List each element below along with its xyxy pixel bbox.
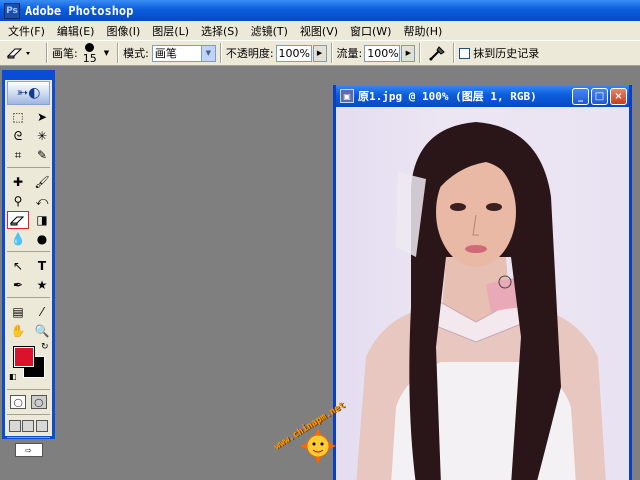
tool-grid: ✚ 🖌 ⚲ ⤺ ◨ 💧 ● (5, 171, 52, 248)
divider (330, 43, 333, 63)
mode-label: 模式: (123, 47, 149, 60)
tool-grid: ⬚ ➤ ᘓ ✳ ⌗ ✎ (5, 106, 52, 164)
menu-select[interactable]: 选择(S) (195, 23, 245, 39)
window-controls: _ □ × (572, 88, 627, 105)
pen-tool-icon[interactable]: ✒ (7, 276, 29, 294)
flow-slider-button[interactable]: ▶ (401, 44, 416, 62)
divider (7, 414, 50, 415)
crop-tool-icon[interactable]: ⌗ (7, 146, 29, 164)
brush-size: 15 (82, 52, 97, 65)
menu-bar: 文件(F) 编辑(E) 图像(I) 图层(L) 选择(S) 滤镜(T) 视图(V… (0, 21, 640, 40)
divider (7, 437, 50, 438)
full-screen-icon[interactable] (36, 420, 49, 432)
type-tool-icon[interactable]: T (31, 257, 53, 275)
maximize-button[interactable]: □ (591, 88, 608, 105)
flow-label: 流量: (336, 47, 363, 60)
foreground-color[interactable] (13, 346, 35, 368)
document-icon: ▣ (340, 89, 354, 103)
divider (7, 297, 50, 298)
tool-grid: ↖ T ✒ ★ (5, 255, 52, 294)
swap-colors-icon[interactable]: ↻ (41, 342, 49, 352)
opacity-label: 不透明度: (225, 47, 274, 60)
document-title: 原1.jpg @ 100% (图层 1, RGB) (358, 90, 537, 103)
portrait-photo (356, 122, 606, 480)
opacity-slider-button[interactable]: ▶ (312, 44, 327, 62)
divider (453, 43, 456, 63)
quick-mask-icon[interactable]: ◯ (30, 395, 47, 409)
document-title-bar[interactable]: ▣ 原1.jpg @ 100% (图层 1, RGB) _ □ × (336, 85, 629, 107)
zoom-tool-icon[interactable]: 🔍 (31, 322, 53, 340)
photoshop-icon: Ps (4, 2, 20, 19)
imageready-row: ⇨ (5, 441, 52, 459)
path-select-icon[interactable]: ↖ (7, 257, 29, 275)
tool-grid: ▤ ⁄ ✋ 🔍 (5, 301, 52, 340)
divider (117, 43, 120, 63)
brush-tip-icon (84, 43, 94, 52)
magic-wand-icon[interactable]: ✳ (31, 127, 53, 145)
menu-help[interactable]: 帮助(H) (397, 23, 448, 39)
standard-screen-icon[interactable] (8, 420, 21, 432)
mode-value: 画笔 (154, 47, 177, 60)
divider (7, 167, 50, 168)
menu-image[interactable]: 图像(I) (100, 23, 146, 39)
chevron-down-icon[interactable]: ▼ (104, 49, 109, 57)
shape-tool-icon[interactable]: ★ (31, 276, 53, 294)
marquee-tool-icon[interactable]: ⬚ (7, 108, 29, 126)
options-bar: 画笔: 15 ▼ 模式: 画笔 ▼ 不透明度: 100% ▶ 流量: 100% … (0, 40, 640, 66)
menu-window[interactable]: 窗口(W) (344, 23, 397, 39)
eraser-icon (6, 48, 30, 59)
default-colors-icon[interactable]: ◧ (9, 372, 17, 381)
dodge-tool-icon[interactable]: ● (31, 230, 53, 248)
healing-brush-icon[interactable]: ✚ (7, 173, 29, 191)
airbrush-icon[interactable] (427, 44, 447, 62)
history-brush-icon[interactable]: ⤺ (31, 192, 53, 210)
feather-logo-icon[interactable]: ➳◐ (7, 81, 50, 105)
screen-mode-row (5, 418, 52, 434)
divider (219, 43, 222, 63)
menu-view[interactable]: 视图(V) (294, 23, 344, 39)
history-checkbox[interactable] (459, 47, 471, 59)
gradient-tool-icon[interactable]: ◨ (31, 211, 53, 229)
watermark-logo: www.chinapm.net (272, 400, 362, 472)
divider (46, 43, 48, 63)
opacity-input[interactable]: 100% (275, 44, 312, 62)
clone-stamp-icon[interactable]: ⚲ (7, 192, 29, 210)
tool-preset-picker[interactable] (0, 42, 42, 64)
brush-label: 画笔: (52, 47, 78, 60)
divider (7, 389, 50, 390)
divider (419, 43, 422, 63)
eyedropper-icon[interactable]: ⁄ (31, 303, 53, 321)
hand-tool-icon[interactable]: ✋ (7, 322, 29, 340)
color-swatches: ↻ ◧ (7, 342, 50, 386)
brush-tool-icon[interactable]: 🖌 (31, 173, 53, 191)
document-window: ▣ 原1.jpg @ 100% (图层 1, RGB) _ □ × (333, 85, 632, 480)
flow-input[interactable]: 100% (364, 44, 401, 62)
lasso-tool-icon[interactable]: ᘓ (7, 127, 29, 145)
standard-mode-icon[interactable]: ◯ (10, 395, 27, 409)
chevron-down-icon: ▼ (200, 45, 215, 61)
mode-select[interactable]: 画笔 ▼ (151, 44, 216, 62)
minimize-button[interactable]: _ (572, 88, 589, 105)
full-screen-menu-icon[interactable] (22, 420, 35, 432)
toolbox: ➳◐ ⬚ ➤ ᘓ ✳ ⌗ ✎ ✚ 🖌 ⚲ ⤺ ◨ 💧 ● ↖ T ✒ ★ ▤ ⁄… (2, 70, 55, 457)
mask-mode-row: ◯ ◯ (5, 393, 52, 411)
image-canvas[interactable] (336, 107, 629, 480)
brush-picker[interactable]: 15 (80, 41, 102, 65)
history-label: 抹到历史记录 (473, 47, 540, 60)
blur-tool-icon[interactable]: 💧 (7, 230, 29, 248)
notes-tool-icon[interactable]: ▤ (7, 303, 29, 321)
jump-to-imageready-icon[interactable]: ⇨ (14, 443, 43, 457)
eraser-tool-icon[interactable] (7, 211, 29, 229)
move-tool-icon[interactable]: ➤ (31, 108, 53, 126)
app-title-bar: Ps Adobe Photoshop (0, 0, 640, 21)
slice-tool-icon[interactable]: ✎ (31, 146, 53, 164)
menu-layer[interactable]: 图层(L) (146, 23, 195, 39)
menu-file[interactable]: 文件(F) (2, 23, 51, 39)
sun-mascot-icon (300, 428, 336, 464)
app-title: Adobe Photoshop (25, 3, 134, 18)
menu-filter[interactable]: 滤镜(T) (245, 23, 294, 39)
divider (7, 251, 50, 252)
close-button[interactable]: × (610, 88, 627, 105)
menu-edit[interactable]: 编辑(E) (51, 23, 101, 39)
